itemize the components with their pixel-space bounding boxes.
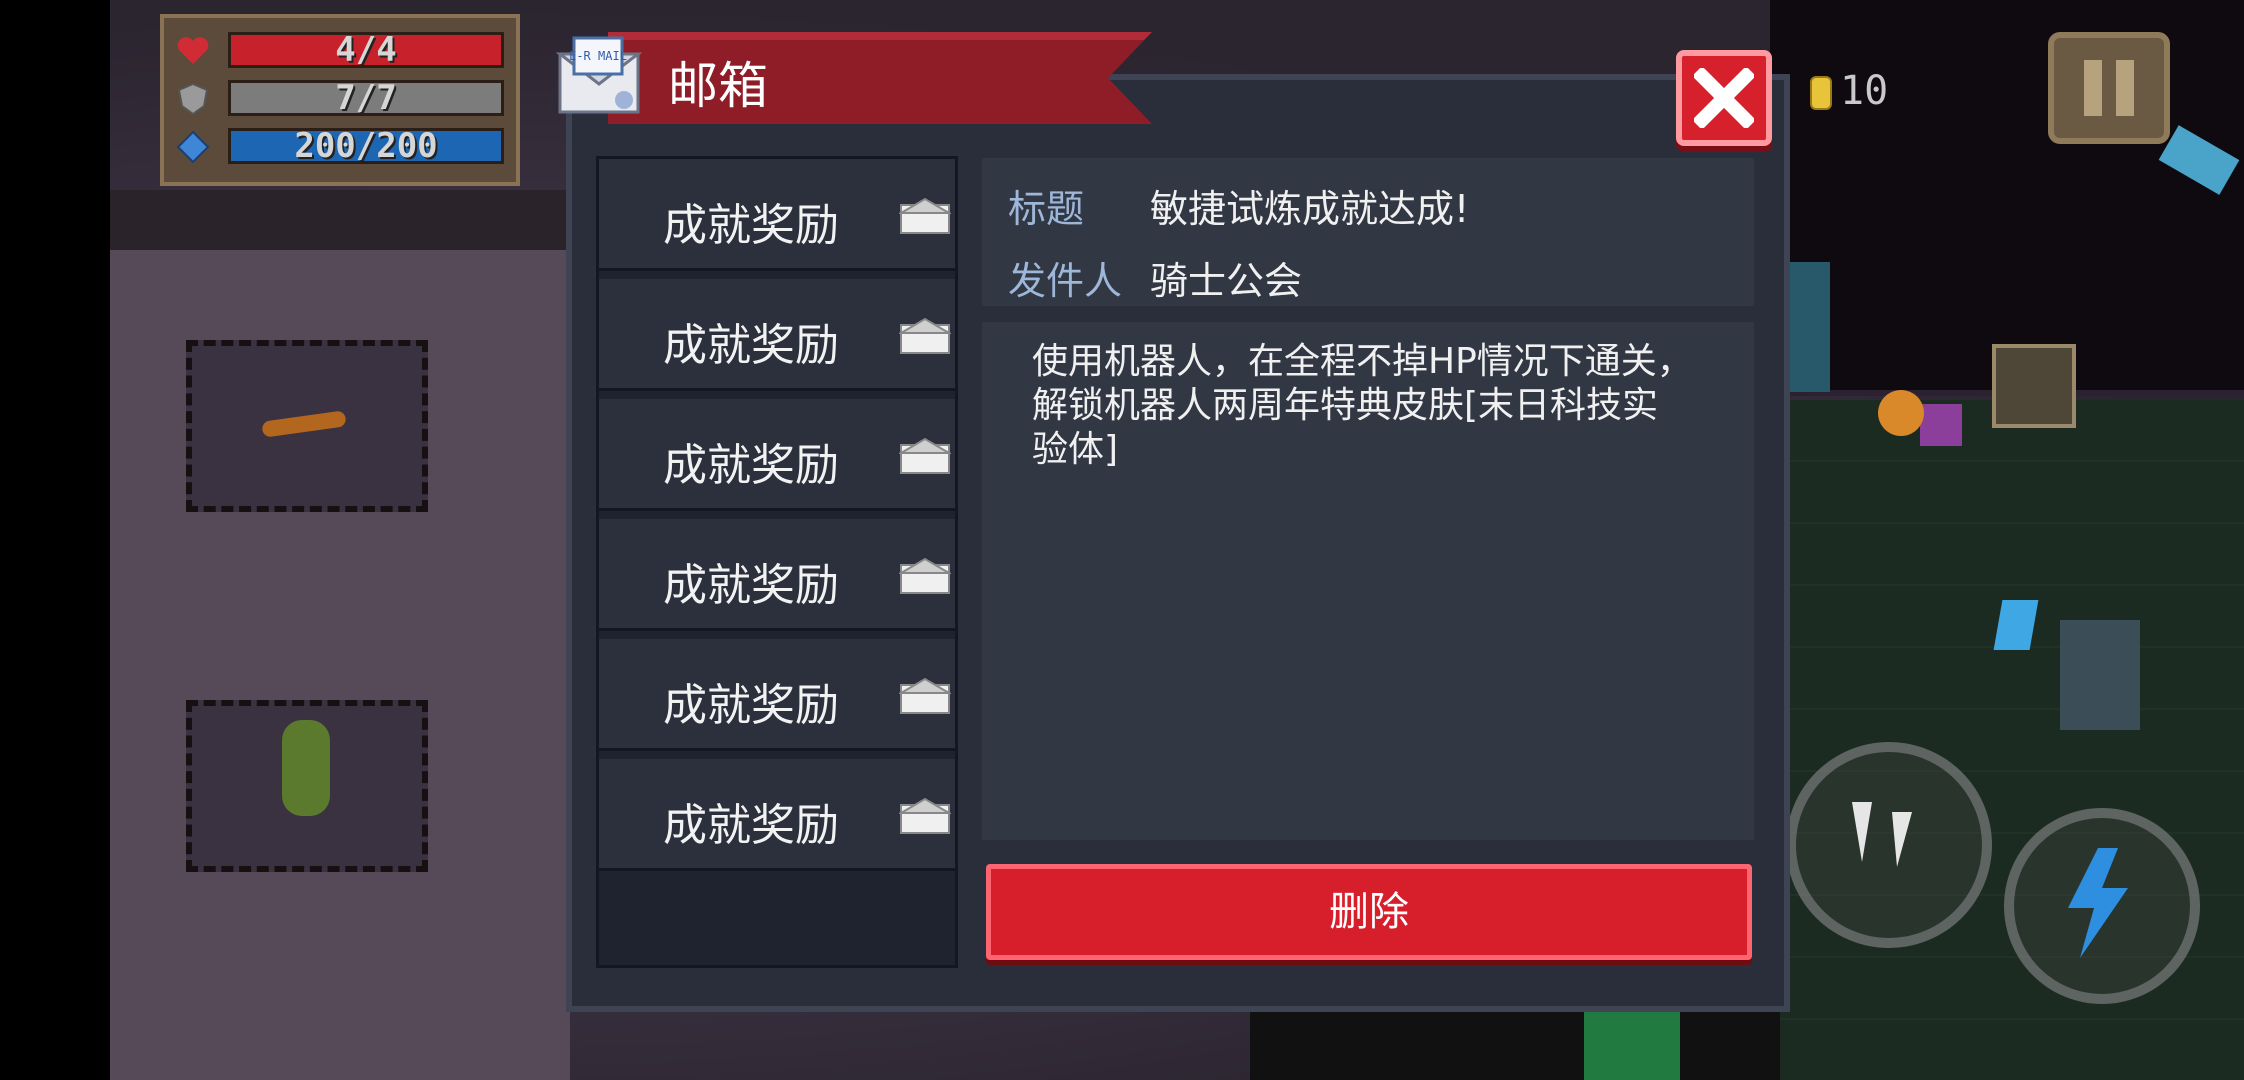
coin-count: 10 bbox=[1840, 68, 1889, 114]
pumpkin bbox=[1878, 390, 1924, 436]
robot-character bbox=[2060, 620, 2140, 730]
envelope-icon bbox=[899, 437, 951, 474]
garden-plot bbox=[186, 340, 428, 512]
envelope-icon bbox=[899, 677, 951, 714]
envelope-icon-text: E-R MAIL bbox=[569, 49, 627, 63]
shop-wall bbox=[1770, 0, 2244, 396]
envelope-icon bbox=[899, 797, 951, 834]
mail-sender-value: 骑士公会 bbox=[1150, 259, 1303, 303]
mail-item-label: 成就奖励 bbox=[663, 200, 839, 251]
plant-cactus bbox=[282, 720, 330, 816]
mail-item-label: 成就奖励 bbox=[663, 320, 839, 371]
energy-bar: 200/200 bbox=[228, 128, 504, 164]
lightning-skill-icon bbox=[2068, 848, 2128, 958]
mail-body-text: 使用机器人，在全程不掉HP情况下通关， 解锁机器人两周年特典皮肤[末日科技实 验… bbox=[1032, 341, 1693, 470]
mail-item-label: 成就奖励 bbox=[663, 680, 839, 731]
mail-title-value: 敏捷试炼成就达成! bbox=[1150, 187, 1470, 231]
mailbox-title: 邮箱 bbox=[668, 57, 768, 115]
pause-icon bbox=[2054, 38, 2164, 138]
exclamation-skill-icon bbox=[1852, 802, 1912, 867]
mail-item[interactable]: 成就奖励 bbox=[599, 159, 955, 271]
interact-skill-button[interactable] bbox=[1786, 742, 1992, 948]
garden-room bbox=[110, 190, 570, 1080]
health-bar: 4/4 bbox=[228, 32, 504, 68]
envelope-icon bbox=[899, 317, 951, 354]
envelope-icon bbox=[899, 557, 951, 594]
close-icon bbox=[1694, 68, 1754, 128]
energy-text: 200/200 bbox=[294, 126, 438, 166]
mail-item[interactable]: 成就奖励 bbox=[599, 399, 955, 511]
energy-crystal-icon bbox=[176, 130, 210, 164]
coin-icon bbox=[1810, 76, 1832, 110]
floor-edge bbox=[1250, 1000, 1780, 1080]
mail-item[interactable]: 成就奖励 bbox=[599, 279, 955, 391]
gift-box[interactable] bbox=[1920, 404, 1962, 446]
delete-button-label: 删除 bbox=[1329, 889, 1409, 935]
armor-bar: 7/7 bbox=[228, 80, 504, 116]
shop-floor bbox=[1780, 400, 2244, 1080]
heart-icon bbox=[177, 37, 209, 64]
character-skill-button[interactable] bbox=[2004, 808, 2200, 1004]
plant-sprout bbox=[261, 410, 347, 438]
mail-item-label: 成就奖励 bbox=[663, 560, 839, 611]
mail-list: 成就奖励 成就奖励 成就奖励 成就奖励 成就奖励 成就奖励 bbox=[596, 156, 958, 968]
health-row: 4/4 bbox=[164, 28, 516, 72]
mail-item[interactable]: 成就奖励 bbox=[599, 519, 955, 631]
shield-icon bbox=[177, 82, 209, 116]
mail-item[interactable]: 成就奖励 bbox=[599, 639, 955, 751]
pause-button[interactable] bbox=[2048, 32, 2170, 144]
mail-item-label: 成就奖励 bbox=[663, 800, 839, 851]
title-field-label: 标题 bbox=[1008, 187, 1085, 231]
treasure-chest[interactable] bbox=[1992, 344, 2076, 428]
green-bin bbox=[1584, 1010, 1680, 1080]
garden-plot bbox=[186, 700, 428, 872]
armor-text: 7/7 bbox=[335, 78, 397, 118]
envelope-icon bbox=[899, 197, 951, 234]
energy-row: 200/200 bbox=[164, 124, 516, 168]
armor-row: 7/7 bbox=[164, 76, 516, 120]
mail-item[interactable]: 成就奖励 bbox=[599, 759, 955, 871]
sender-field-label: 发件人 bbox=[1008, 259, 1123, 303]
player-stats-panel: 4/4 7/7 200/200 bbox=[160, 14, 520, 186]
mail-envelope-icon: E-R MAIL bbox=[556, 36, 642, 114]
close-button[interactable] bbox=[1676, 50, 1772, 146]
shop-pillar bbox=[1790, 262, 1830, 392]
mail-item-label: 成就奖励 bbox=[663, 440, 839, 491]
delete-button[interactable]: 删除 bbox=[986, 864, 1752, 960]
health-text: 4/4 bbox=[335, 30, 397, 70]
